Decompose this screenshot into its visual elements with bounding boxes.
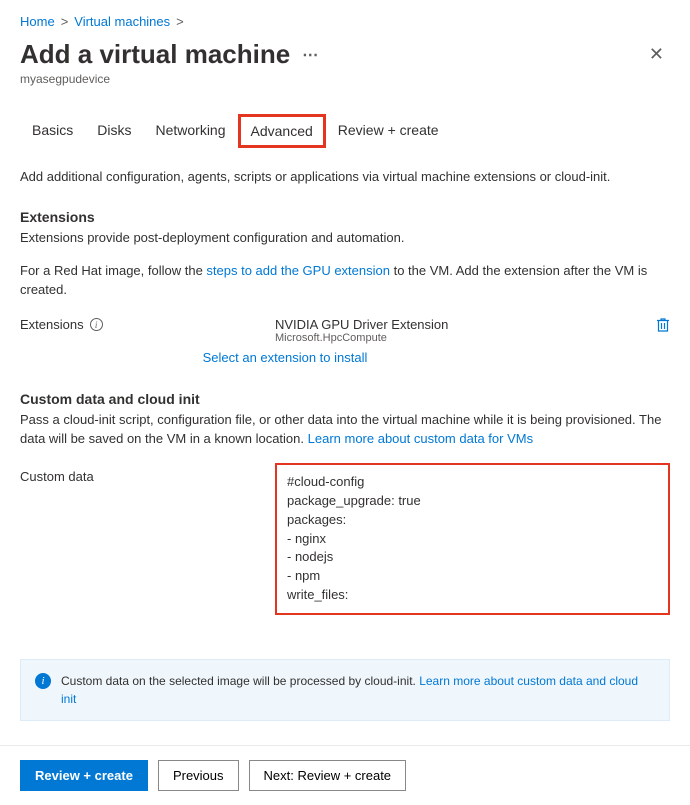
review-create-button[interactable]: Review + create <box>20 760 148 791</box>
device-name: myasegpudevice <box>20 72 670 86</box>
extensions-label: Extensions i <box>20 317 275 332</box>
info-icon: i <box>35 673 51 689</box>
intro-text: Add additional configuration, agents, sc… <box>20 168 670 187</box>
extensions-redhat-note: For a Red Hat image, follow the steps to… <box>20 262 670 300</box>
extensions-heading: Extensions <box>20 209 670 225</box>
tabs: Basics Disks Networking Advanced Review … <box>20 114 670 148</box>
info-icon[interactable]: i <box>90 318 103 331</box>
cloudinit-heading: Custom data and cloud init <box>20 391 670 407</box>
close-icon[interactable]: ✕ <box>643 40 670 69</box>
breadcrumb: Home > Virtual machines > <box>20 14 670 29</box>
chevron-right-icon: > <box>61 14 69 29</box>
trash-icon[interactable] <box>656 317 670 333</box>
page-title: Add a virtual machine ⋯ <box>20 39 319 70</box>
tab-disks[interactable]: Disks <box>85 114 143 148</box>
breadcrumb-home[interactable]: Home <box>20 14 55 29</box>
info-bar: i Custom data on the selected image will… <box>20 659 670 721</box>
customdata-label: Custom data <box>20 463 275 484</box>
customdata-input[interactable]: #cloud-config package_upgrade: true pack… <box>275 463 670 615</box>
extensions-desc: Extensions provide post-deployment confi… <box>20 229 670 248</box>
next-button[interactable]: Next: Review + create <box>249 760 407 791</box>
breadcrumb-vms[interactable]: Virtual machines <box>74 14 170 29</box>
tab-basics[interactable]: Basics <box>20 114 85 148</box>
gpu-extension-link[interactable]: steps to add the GPU extension <box>206 263 390 278</box>
previous-button[interactable]: Previous <box>158 760 239 791</box>
chevron-right-icon: > <box>176 14 184 29</box>
extension-name: NVIDIA GPU Driver Extension <box>275 317 656 332</box>
extension-publisher: Microsoft.HpcCompute <box>275 332 656 344</box>
tab-review[interactable]: Review + create <box>326 114 451 148</box>
cloudinit-learn-more-link[interactable]: Learn more about custom data for VMs <box>308 431 533 446</box>
select-extension-link[interactable]: Select an extension to install <box>0 350 670 365</box>
footer: Review + create Previous Next: Review + … <box>0 745 690 805</box>
extension-item: NVIDIA GPU Driver Extension Microsoft.Hp… <box>275 317 656 344</box>
tab-advanced[interactable]: Advanced <box>238 114 326 148</box>
more-icon[interactable]: ⋯ <box>302 45 319 65</box>
cloudinit-desc: Pass a cloud-init script, configuration … <box>20 411 670 449</box>
tab-networking[interactable]: Networking <box>143 114 237 148</box>
